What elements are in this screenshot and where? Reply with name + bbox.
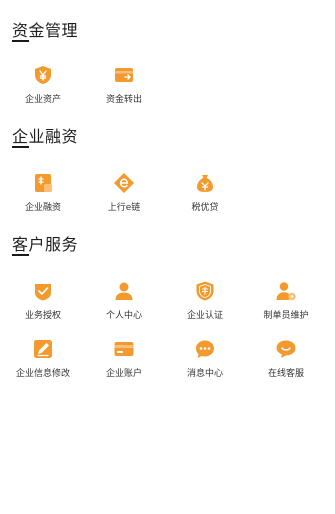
menu-item-label: 资金转出 bbox=[105, 95, 142, 105]
section-underline bbox=[12, 146, 29, 148]
section-underline bbox=[12, 254, 29, 256]
section-title: 资金管理 bbox=[12, 21, 79, 40]
loan-bag-icon bbox=[194, 172, 216, 194]
finance-doc-icon bbox=[32, 172, 54, 194]
person-icon bbox=[113, 280, 135, 302]
account-card-icon bbox=[113, 338, 135, 360]
menu-item-label: 税优贷 bbox=[191, 203, 219, 213]
certification-shield-icon bbox=[194, 280, 216, 302]
authorize-check-icon bbox=[32, 280, 54, 302]
section-title: 企业融资 bbox=[12, 127, 79, 146]
transfer-card-icon bbox=[113, 64, 135, 86]
chat-heart-icon bbox=[275, 338, 297, 360]
operator-settings-icon bbox=[275, 280, 297, 302]
section-underline bbox=[12, 40, 29, 42]
e-chain-diamond-icon bbox=[113, 172, 135, 194]
menu-item-label: 制单员维护 bbox=[263, 311, 309, 321]
menu-item-label: 在线客服 bbox=[267, 369, 304, 379]
message-icon bbox=[194, 338, 216, 360]
edit-icon bbox=[32, 338, 54, 360]
yen-shield-icon bbox=[32, 64, 54, 86]
section-title: 客户服务 bbox=[12, 235, 79, 254]
